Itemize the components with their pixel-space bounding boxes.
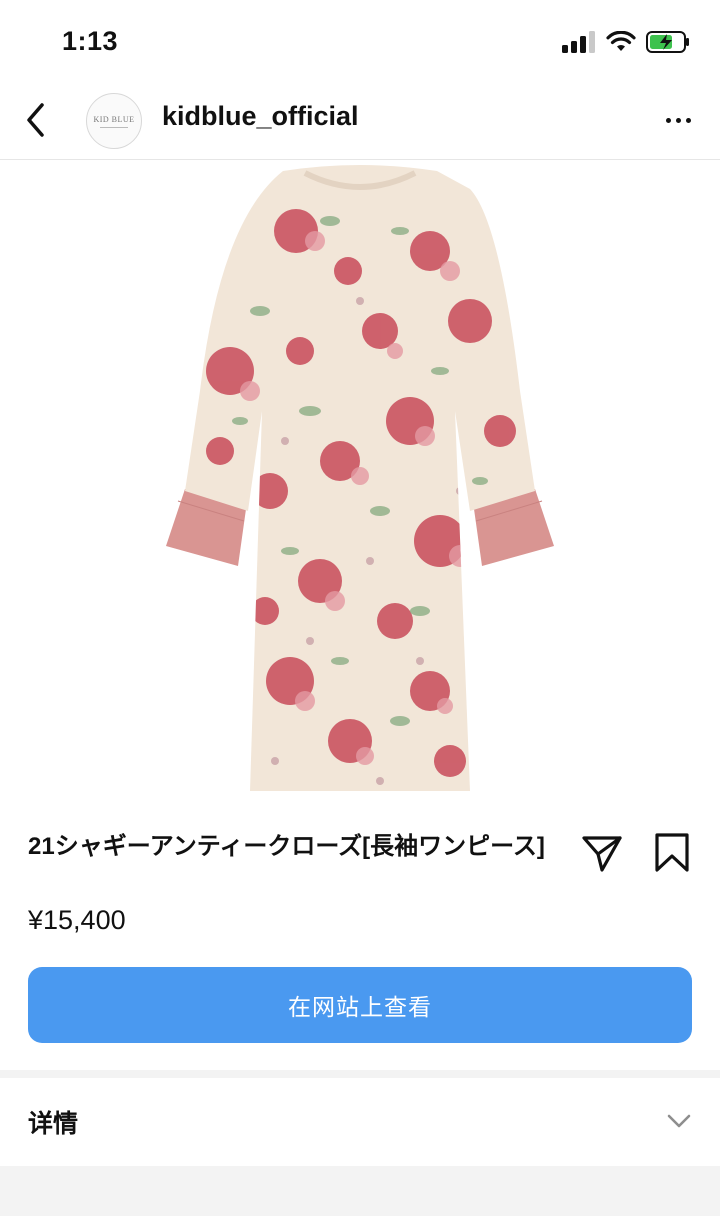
status-time: 1:13 [62,26,119,56]
details-label: 详情 [28,1110,79,1138]
chevron-down-icon [667,1114,691,1128]
view-on-website-button[interactable]: 在网站上查看 [28,967,692,1043]
app-header: KID BLUE kidblue_official [0,84,720,160]
chevron-left-icon [27,103,44,137]
send-icon [582,836,622,872]
account-username[interactable]: kidblue_official [162,101,359,132]
avatar-logo-text: KID BLUE [93,114,135,124]
wifi-icon [606,31,636,51]
signal-icon [562,31,595,53]
avatar[interactable]: KID BLUE [86,93,142,149]
product-title: 21シャギーアンティークローズ[長袖ワンピース] [28,833,545,860]
details-row[interactable]: 详情 [0,1078,720,1166]
status-bar: 1:13 [0,0,720,84]
bookmark-icon [655,833,689,872]
status-icons [562,30,690,54]
section-divider [0,1070,720,1078]
product-image[interactable] [0,161,720,801]
dress-illustration [166,165,554,791]
more-horizontal-icon-dot [665,117,671,123]
battery-charging-icon [646,31,689,53]
avatar-divider [100,126,128,128]
more-horizontal-icon-dot [675,117,681,123]
back-button[interactable] [16,100,56,140]
save-button[interactable] [650,830,694,874]
bottom-divider [0,1166,720,1216]
share-button[interactable] [580,830,624,874]
more-options-button[interactable] [656,102,700,138]
more-horizontal-icon-dot [685,117,691,123]
product-price: ¥15,400 [28,905,126,935]
